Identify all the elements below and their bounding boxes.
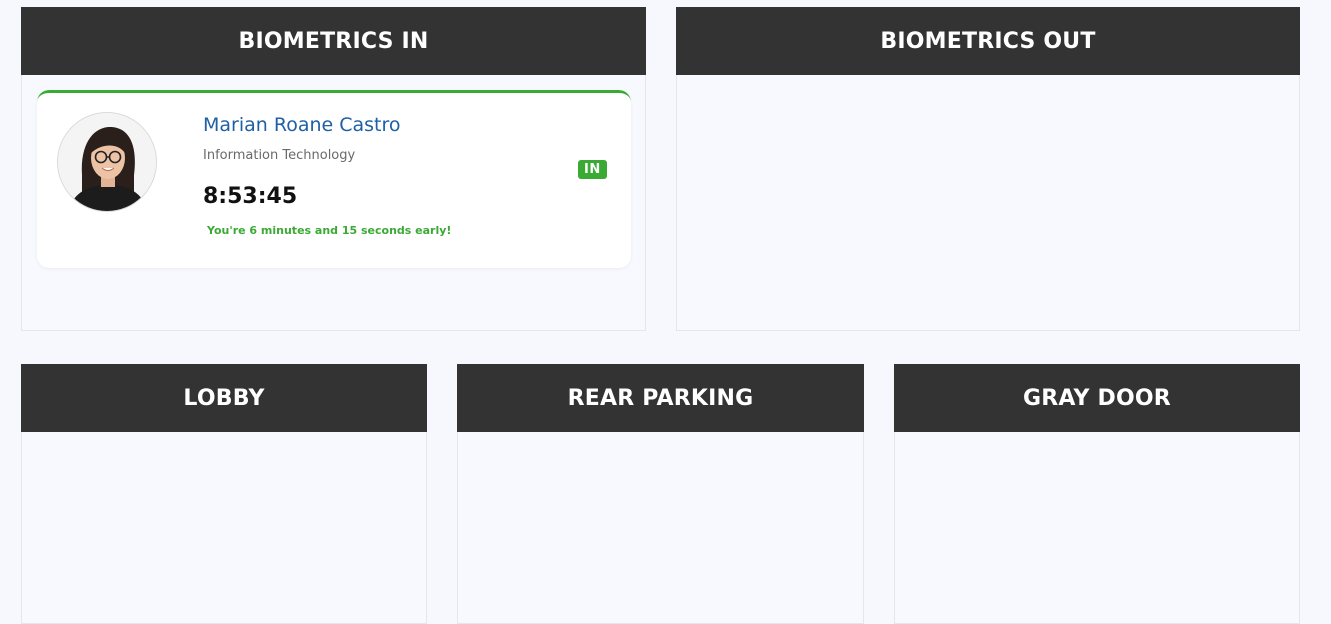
employee-name[interactable]: Marian Roane Castro [203,114,401,136]
status-badge: IN [578,160,607,179]
biometrics-out-panel: BIOMETRICS OUT [676,7,1300,331]
gray-door-panel: GRAY DOOR [894,364,1300,624]
lobby-panel: LOBBY [21,364,427,624]
biometrics-in-panel: BIOMETRICS IN Marian Roane Castro Inform… [21,7,646,331]
person-photo-icon [58,113,156,211]
attendance-card[interactable]: Marian Roane Castro Information Technolo… [37,90,631,268]
lobby-title: LOBBY [21,364,427,432]
biometrics-in-title: BIOMETRICS IN [21,7,646,75]
gray-door-title: GRAY DOOR [894,364,1300,432]
card-accent-line [37,90,631,102]
rear-parking-title: REAR PARKING [457,364,864,432]
employee-department: Information Technology [203,148,356,163]
rear-parking-panel: REAR PARKING [457,364,864,624]
biometrics-out-title: BIOMETRICS OUT [676,7,1300,75]
arrival-note: You're 6 minutes and 15 seconds early! [207,224,452,237]
log-time: 8:53:45 [203,184,298,209]
avatar [57,112,157,212]
